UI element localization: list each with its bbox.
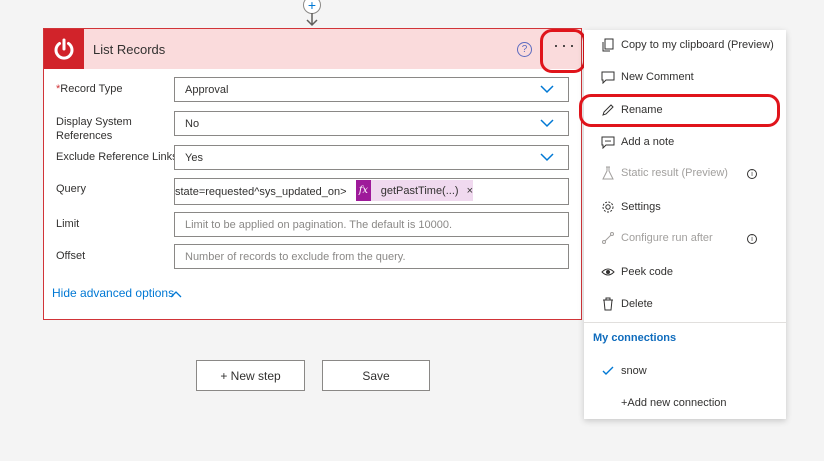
menu-item-delete[interactable]: Delete [584, 289, 786, 319]
help-icon[interactable]: ? [517, 42, 532, 57]
query-label: Query [56, 183, 86, 195]
menu-item-copy-to-clipboard[interactable]: Copy to my clipboard (Preview) [584, 30, 786, 60]
exclude-reference-links-value: Yes [185, 152, 203, 164]
menu-item-label: Delete [621, 298, 653, 310]
card-title: List Records [93, 42, 166, 57]
expression-token-label: getPastTime(...) [380, 184, 459, 197]
menu-item-label: Settings [621, 201, 661, 213]
display-system-references-dropdown[interactable]: No [174, 111, 569, 136]
menu-item-add-note[interactable]: Add a note [584, 127, 786, 157]
menu-item-label: New Comment [621, 71, 694, 83]
chevron-down-icon [540, 153, 554, 162]
info-icon[interactable]: i [747, 169, 757, 179]
offset-label: Offset [56, 250, 86, 262]
record-type-label-text: Record Type [60, 83, 123, 95]
exclude-reference-links-dropdown[interactable]: Yes [174, 145, 569, 170]
run-after-icon [602, 232, 614, 244]
fx-icon: fx [356, 180, 371, 201]
query-input[interactable]: state=requested^sys_updated_on> fx getPa… [174, 178, 569, 205]
comment-icon [601, 71, 615, 84]
menu-item-configure-run-after: Configure run after i [584, 223, 786, 253]
hide-advanced-options-link[interactable]: Hide advanced options [52, 286, 174, 300]
connection-snow[interactable]: snow [584, 356, 786, 386]
record-type-label: *Record Type [56, 82, 122, 96]
flask-icon [602, 166, 614, 180]
record-type-dropdown[interactable]: Approval [174, 77, 569, 102]
add-new-connection-label: +Add new connection [621, 397, 727, 409]
limit-input[interactable]: Limit to be applied on pagination. The d… [174, 212, 569, 237]
menu-item-label: Peek code [621, 266, 673, 278]
limit-placeholder: Limit to be applied on pagination. The d… [185, 219, 453, 231]
menu-item-settings[interactable]: Settings [584, 192, 786, 222]
my-connections-heading: My connections [593, 332, 677, 344]
query-text: state=requested^sys_updated_on> [175, 186, 347, 198]
arrow-down-icon [306, 13, 318, 27]
display-system-references-label: Display System References [56, 116, 132, 142]
connection-label: snow [621, 365, 647, 377]
chevron-down-icon [540, 119, 554, 128]
menu-item-label: Static result (Preview) [621, 167, 728, 179]
record-type-value: Approval [185, 84, 229, 96]
exclude-reference-links-label: Exclude Reference Links [56, 151, 178, 163]
trash-icon [603, 297, 613, 311]
checkmark-icon [602, 366, 614, 375]
card-header[interactable]: List Records ? ··· [44, 29, 581, 69]
rename-highlight [579, 94, 780, 127]
add-new-connection[interactable]: +Add new connection [584, 388, 786, 418]
info-icon[interactable]: i [747, 234, 757, 244]
servicenow-power-icon [44, 29, 84, 69]
save-button[interactable]: Save [322, 360, 430, 391]
chevron-up-icon[interactable] [170, 290, 182, 298]
gear-icon [602, 201, 614, 213]
menu-item-new-comment[interactable]: New Comment [584, 62, 786, 92]
add-step-plus-icon[interactable]: + [303, 0, 321, 14]
limit-label: Limit [56, 218, 80, 230]
expression-token[interactable]: fx getPastTime(...) × [356, 180, 473, 201]
menu-item-peek-code[interactable]: Peek code [584, 257, 786, 287]
offset-placeholder: Number of records to exclude from the qu… [185, 251, 406, 263]
menu-divider [584, 322, 786, 323]
chevron-down-icon [540, 85, 554, 94]
display-system-references-value: No [185, 118, 200, 130]
menu-item-static-result: Static result (Preview) i [584, 158, 786, 188]
more-options-highlight [540, 29, 586, 73]
menu-item-label: Copy to my clipboard (Preview) [621, 39, 774, 51]
context-menu: Copy to my clipboard (Preview) New Comme… [584, 30, 786, 419]
eye-icon [601, 268, 615, 276]
remove-token-icon[interactable]: × [467, 185, 473, 197]
list-records-card: List Records ? ··· *Record Type Approval… [43, 28, 582, 320]
offset-input[interactable]: Number of records to exclude from the qu… [174, 244, 569, 269]
new-step-button[interactable]: + New step [196, 360, 305, 391]
note-icon [601, 136, 615, 149]
menu-item-label: Configure run after [621, 232, 713, 244]
menu-item-label: Add a note [621, 136, 675, 148]
copy-icon [602, 38, 614, 52]
